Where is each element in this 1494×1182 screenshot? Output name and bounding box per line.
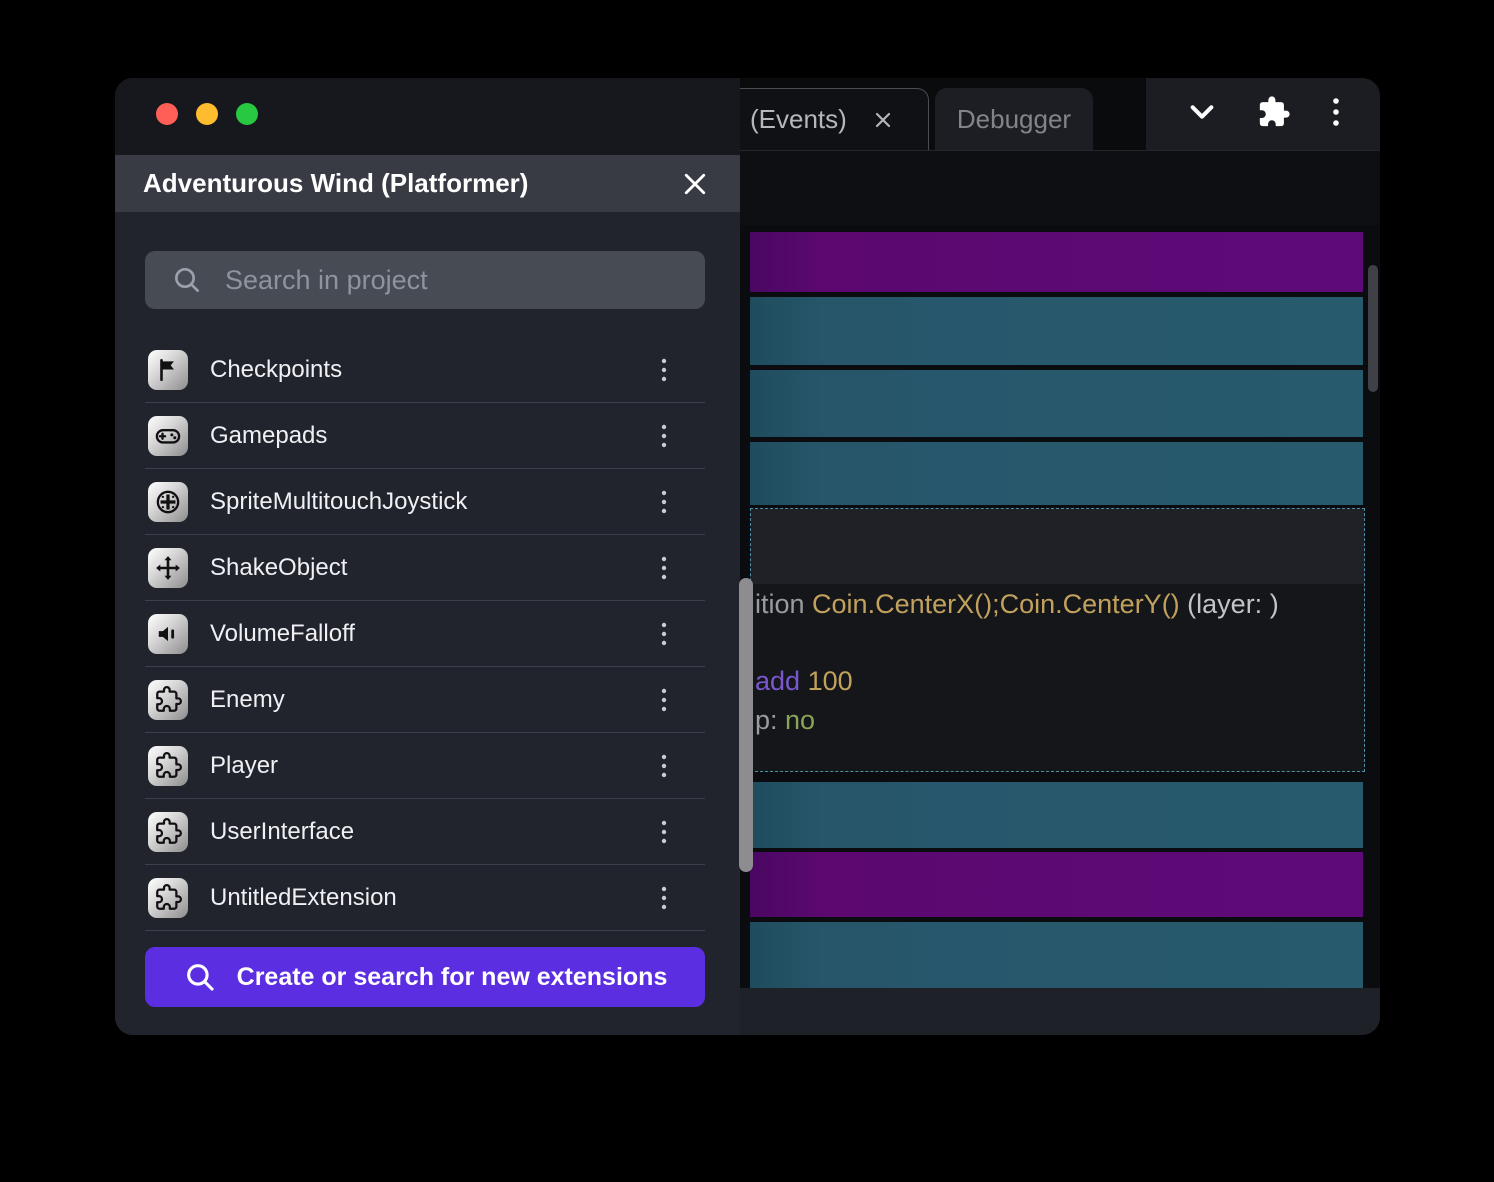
event-action-line: ition Coin.CenterX();Coin.CenterY() (lay…: [755, 589, 1279, 620]
project-search: [145, 251, 705, 309]
list-item-label: VolumeFalloff: [210, 620, 355, 648]
tab-debugger[interactable]: Debugger: [935, 88, 1093, 150]
extension-list: Checkpoints Gamepads SpriteMultitouchJoy…: [145, 337, 705, 931]
list-item-checkpoints[interactable]: Checkpoints: [145, 337, 705, 403]
action-text: ition: [755, 589, 812, 619]
window-controls-group: [1146, 78, 1380, 150]
event-row-teal[interactable]: [750, 922, 1363, 988]
create-extension-label: Create or search for new extensions: [237, 963, 668, 992]
list-item-label: Gamepads: [210, 422, 327, 450]
list-item-spritemultitouchjoystick[interactable]: SpriteMultitouchJoystick: [145, 469, 705, 535]
event-row-teal[interactable]: [750, 297, 1363, 365]
close-panel-icon[interactable]: [678, 167, 712, 201]
app-window: (Events) Debugger: [115, 78, 1380, 1035]
create-extension-button[interactable]: Create or search for new extensions: [145, 947, 705, 1007]
search-icon: [171, 264, 203, 296]
tab-debugger-label: Debugger: [957, 104, 1071, 135]
item-kebab-icon[interactable]: [651, 419, 677, 453]
list-item-player[interactable]: Player: [145, 733, 705, 799]
extensions-puzzle-icon[interactable]: [1257, 95, 1291, 134]
event-row-purple[interactable]: [750, 852, 1363, 917]
item-kebab-icon[interactable]: [651, 683, 677, 717]
item-kebab-icon[interactable]: [651, 551, 677, 585]
tab-events-label: (Events): [750, 104, 847, 135]
search-icon: [183, 960, 217, 994]
item-kebab-icon[interactable]: [651, 353, 677, 387]
event-action-line: p: no: [755, 705, 815, 736]
list-item-label: ShakeObject: [210, 554, 347, 582]
list-item-untitledextension[interactable]: UntitledExtension: [145, 865, 705, 931]
puzzle-icon: [148, 812, 188, 852]
zoom-traffic-light[interactable]: [236, 103, 258, 125]
joystick-icon: [148, 482, 188, 522]
panel-scrollbar-thumb[interactable]: [739, 578, 753, 872]
puzzle-icon: [148, 680, 188, 720]
minimize-traffic-light[interactable]: [196, 103, 218, 125]
flag-icon: [148, 350, 188, 390]
event-row-teal[interactable]: [750, 370, 1363, 437]
puzzle-icon: [148, 878, 188, 918]
list-item-label: Enemy: [210, 686, 285, 714]
action-flag: no: [785, 705, 815, 735]
gamepad-icon: [148, 416, 188, 456]
item-kebab-icon[interactable]: [651, 815, 677, 849]
tab-close-icon[interactable]: [873, 110, 893, 130]
list-item-label: Checkpoints: [210, 356, 342, 384]
action-value: 100: [808, 666, 853, 696]
action-expression: Coin.CenterX();Coin.CenterY(): [812, 589, 1180, 619]
close-traffic-light[interactable]: [156, 103, 178, 125]
item-kebab-icon[interactable]: [651, 485, 677, 519]
action-layer: (layer: ): [1180, 589, 1279, 619]
item-kebab-icon[interactable]: [651, 749, 677, 783]
chevron-down-icon[interactable]: [1186, 96, 1218, 133]
panel-title: Adventurous Wind (Platformer): [143, 168, 528, 199]
panel-header: Adventurous Wind (Platformer): [115, 155, 740, 212]
list-item-userinterface[interactable]: UserInterface: [145, 799, 705, 865]
puzzle-icon: [148, 746, 188, 786]
search-input[interactable]: [225, 265, 691, 296]
event-row-teal[interactable]: [750, 782, 1363, 848]
kebab-menu-icon[interactable]: [1331, 95, 1341, 134]
list-item-shakeobject[interactable]: ShakeObject: [145, 535, 705, 601]
event-row-teal[interactable]: [750, 442, 1363, 505]
event-row-purple[interactable]: [750, 232, 1363, 292]
events-scrollbar-thumb[interactable]: [1368, 265, 1378, 392]
selected-event-header: [751, 509, 1364, 584]
list-item-label: SpriteMultitouchJoystick: [210, 488, 467, 516]
list-item-label: UserInterface: [210, 818, 354, 846]
item-kebab-icon[interactable]: [651, 881, 677, 915]
item-kebab-icon[interactable]: [651, 617, 677, 651]
list-item-volumefalloff[interactable]: VolumeFalloff: [145, 601, 705, 667]
list-item-label: UntitledExtension: [210, 884, 397, 912]
speaker-icon: [148, 614, 188, 654]
action-operator: add: [755, 666, 808, 696]
list-item-enemy[interactable]: Enemy: [145, 667, 705, 733]
list-item-label: Player: [210, 752, 278, 780]
list-item-gamepads[interactable]: Gamepads: [145, 403, 705, 469]
event-action-line: add 100: [755, 666, 853, 697]
selected-event-block[interactable]: ition Coin.CenterX();Coin.CenterY() (lay…: [750, 508, 1365, 772]
extensions-panel: Adventurous Wind (Platformer) Checkpoint…: [115, 78, 740, 1035]
action-text: p:: [755, 705, 785, 735]
move-arrows-icon: [148, 548, 188, 588]
window-titlebar: [115, 78, 740, 155]
